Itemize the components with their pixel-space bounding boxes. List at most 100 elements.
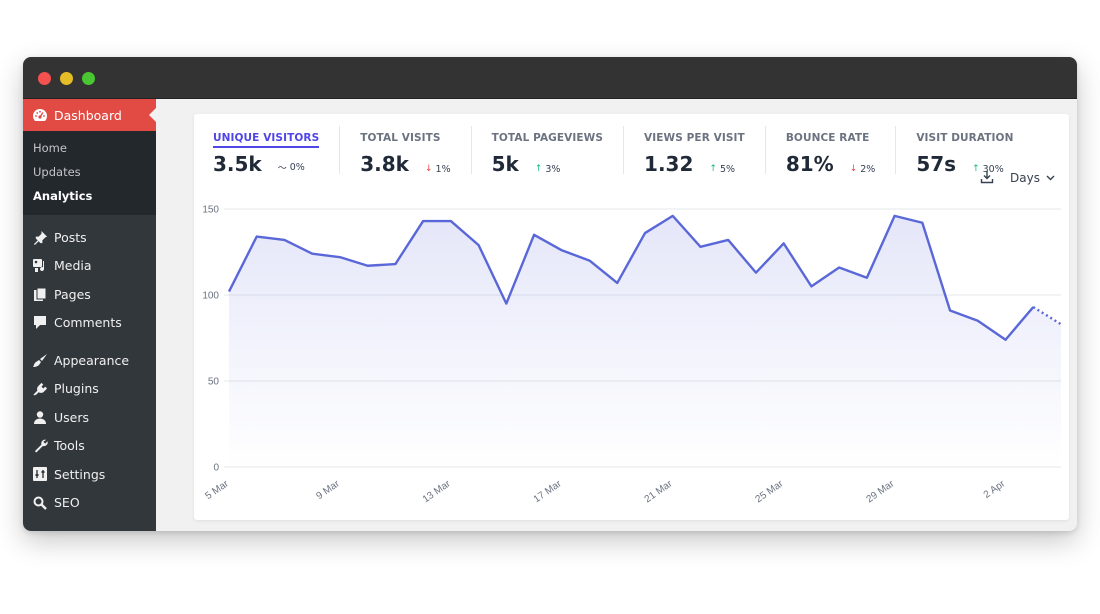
data-point[interactable] xyxy=(477,243,481,247)
data-point[interactable] xyxy=(532,233,536,237)
x-tick-label: 25 Mar xyxy=(754,478,786,505)
data-point[interactable] xyxy=(227,290,231,294)
data-point[interactable] xyxy=(865,276,869,280)
data-point[interactable] xyxy=(948,308,952,312)
stat-bounce-rate[interactable]: BOUNCE RATE 81% ↓ 2% xyxy=(764,126,896,176)
y-tick-label: 100 xyxy=(202,291,219,302)
data-point[interactable] xyxy=(809,284,813,288)
stat-change: 〜 0% xyxy=(278,161,305,174)
window-titlebar xyxy=(23,57,1077,99)
sidebar-item-plugins[interactable]: Plugins xyxy=(23,375,156,404)
x-tick-label: 2 Apr xyxy=(982,478,1008,501)
sidebar-item-appearance[interactable]: Appearance xyxy=(23,346,156,375)
stat-visit-duration[interactable]: VISIT DURATION 57s ↑ 30% xyxy=(895,126,1033,176)
data-point[interactable] xyxy=(310,252,314,256)
sidebar-item-dashboard[interactable]: Dashboard xyxy=(23,99,156,131)
submenu-item-updates[interactable]: Updates xyxy=(23,160,156,184)
arrow-up-icon: ↑ xyxy=(972,164,980,174)
stat-unique-visitors[interactable]: UNIQUE VISITORS 3.5k 〜 0% xyxy=(213,126,339,176)
paintbrush-icon xyxy=(32,353,48,368)
arrow-up-icon: ↑ xyxy=(534,164,543,174)
sidebar-item-users[interactable]: Users xyxy=(23,403,156,432)
sidebar-item-media[interactable]: Media xyxy=(23,252,156,281)
sidebar-item-comments[interactable]: Comments xyxy=(23,309,156,338)
data-point[interactable] xyxy=(643,231,647,235)
sidebar-menu: Posts Media Pages Comments Appearance Pl… xyxy=(23,215,156,517)
stat-change: ↑ 5% xyxy=(709,164,735,175)
data-point[interactable] xyxy=(920,221,924,225)
sidebar-item-posts[interactable]: Posts xyxy=(23,223,156,252)
data-point[interactable] xyxy=(782,241,786,245)
y-tick-label: 50 xyxy=(208,377,220,388)
stat-change-value: 1% xyxy=(435,163,451,175)
area-fill xyxy=(229,215,1061,467)
data-point[interactable] xyxy=(1059,322,1063,326)
dashboard-gauge-icon xyxy=(32,108,48,122)
arrow-down-icon: ↓ xyxy=(424,164,433,174)
stat-row: 5k ↑ 3% xyxy=(492,152,603,176)
data-point[interactable] xyxy=(255,235,259,239)
main-content: 0 50 100 150 5 Mar 9 Mar 13 Mar 17 Mar 21 Mar 25… xyxy=(156,99,1077,531)
sidebar-item-tools[interactable]: Tools xyxy=(23,432,156,461)
user-icon xyxy=(32,410,48,425)
search-icon xyxy=(32,496,48,510)
x-tick-label: 21 Mar xyxy=(643,478,675,505)
data-point[interactable] xyxy=(1004,338,1008,342)
data-point[interactable] xyxy=(421,219,425,223)
data-point[interactable] xyxy=(393,262,397,266)
stat-label: VIEWS PER VISIT xyxy=(644,132,745,144)
arrow-up-icon: ↑ xyxy=(709,164,717,174)
data-point[interactable] xyxy=(560,248,564,252)
sidebar-item-label: Comments xyxy=(54,315,122,331)
stat-label: TOTAL VISITS xyxy=(360,132,441,144)
trend-flat-icon: 〜 xyxy=(277,164,287,174)
sidebar-item-label: Pages xyxy=(54,286,91,302)
data-point[interactable] xyxy=(588,259,592,263)
data-point[interactable] xyxy=(282,238,286,242)
data-point[interactable] xyxy=(976,319,980,323)
data-point[interactable] xyxy=(338,255,342,259)
maximize-window-button[interactable] xyxy=(82,72,95,85)
data-point[interactable] xyxy=(615,281,619,285)
x-tick-label: 29 Mar xyxy=(865,478,897,505)
data-point[interactable] xyxy=(837,265,841,269)
admin-sidebar: Dashboard Home Updates Analytics Posts M… xyxy=(23,99,156,531)
menu-separator xyxy=(23,337,156,346)
plugin-icon xyxy=(32,381,48,396)
data-point[interactable] xyxy=(1031,305,1035,309)
stat-row: 3.8k ↓ 1% xyxy=(360,152,450,176)
stat-value: 1.32 xyxy=(644,152,694,176)
stat-change: ↓ 1% xyxy=(425,164,451,175)
sidebar-item-label: Tools xyxy=(54,438,85,454)
submenu-item-home[interactable]: Home xyxy=(23,136,156,160)
data-point[interactable] xyxy=(366,264,370,268)
comment-icon xyxy=(32,315,48,330)
submenu-item-analytics[interactable]: Analytics xyxy=(23,184,156,208)
sidebar-item-label: Users xyxy=(54,409,90,425)
stat-label: TOTAL PAGEVIEWS xyxy=(491,132,604,144)
data-point[interactable] xyxy=(671,214,675,218)
data-point[interactable] xyxy=(893,214,897,218)
sidebar-item-pages[interactable]: Pages xyxy=(23,280,156,309)
stat-total-visits[interactable]: TOTAL VISITS 3.8k ↓ 1% xyxy=(339,126,470,176)
x-tick-label: 5 Mar xyxy=(203,478,231,502)
sidebar-item-settings[interactable]: Settings xyxy=(23,460,156,489)
data-point[interactable] xyxy=(449,219,453,223)
stat-row: 3.5k 〜 0% xyxy=(213,152,319,176)
download-icon[interactable] xyxy=(980,170,996,186)
data-point[interactable] xyxy=(754,271,758,275)
dashboard-submenu: Home Updates Analytics xyxy=(23,131,156,215)
stat-total-pageviews[interactable]: TOTAL PAGEVIEWS 5k ↑ 3% xyxy=(470,126,623,176)
interval-dropdown[interactable]: Days xyxy=(1010,171,1055,185)
data-point[interactable] xyxy=(504,302,508,306)
analytics-card: 0 50 100 150 5 Mar 9 Mar 13 Mar 17 Mar 21 Mar 25… xyxy=(194,114,1069,520)
stat-views-per-visit[interactable]: VIEWS PER VISIT 1.32 ↑ 5% xyxy=(623,126,765,176)
sidebar-item-seo[interactable]: SEO xyxy=(23,489,156,518)
stat-label: BOUNCE RATE xyxy=(785,132,870,144)
data-point[interactable] xyxy=(726,238,730,242)
media-icon xyxy=(32,258,48,273)
stat-row: 81% ↓ 2% xyxy=(786,152,876,176)
minimize-window-button[interactable] xyxy=(60,72,73,85)
data-point[interactable] xyxy=(698,245,702,249)
close-window-button[interactable] xyxy=(38,72,51,85)
